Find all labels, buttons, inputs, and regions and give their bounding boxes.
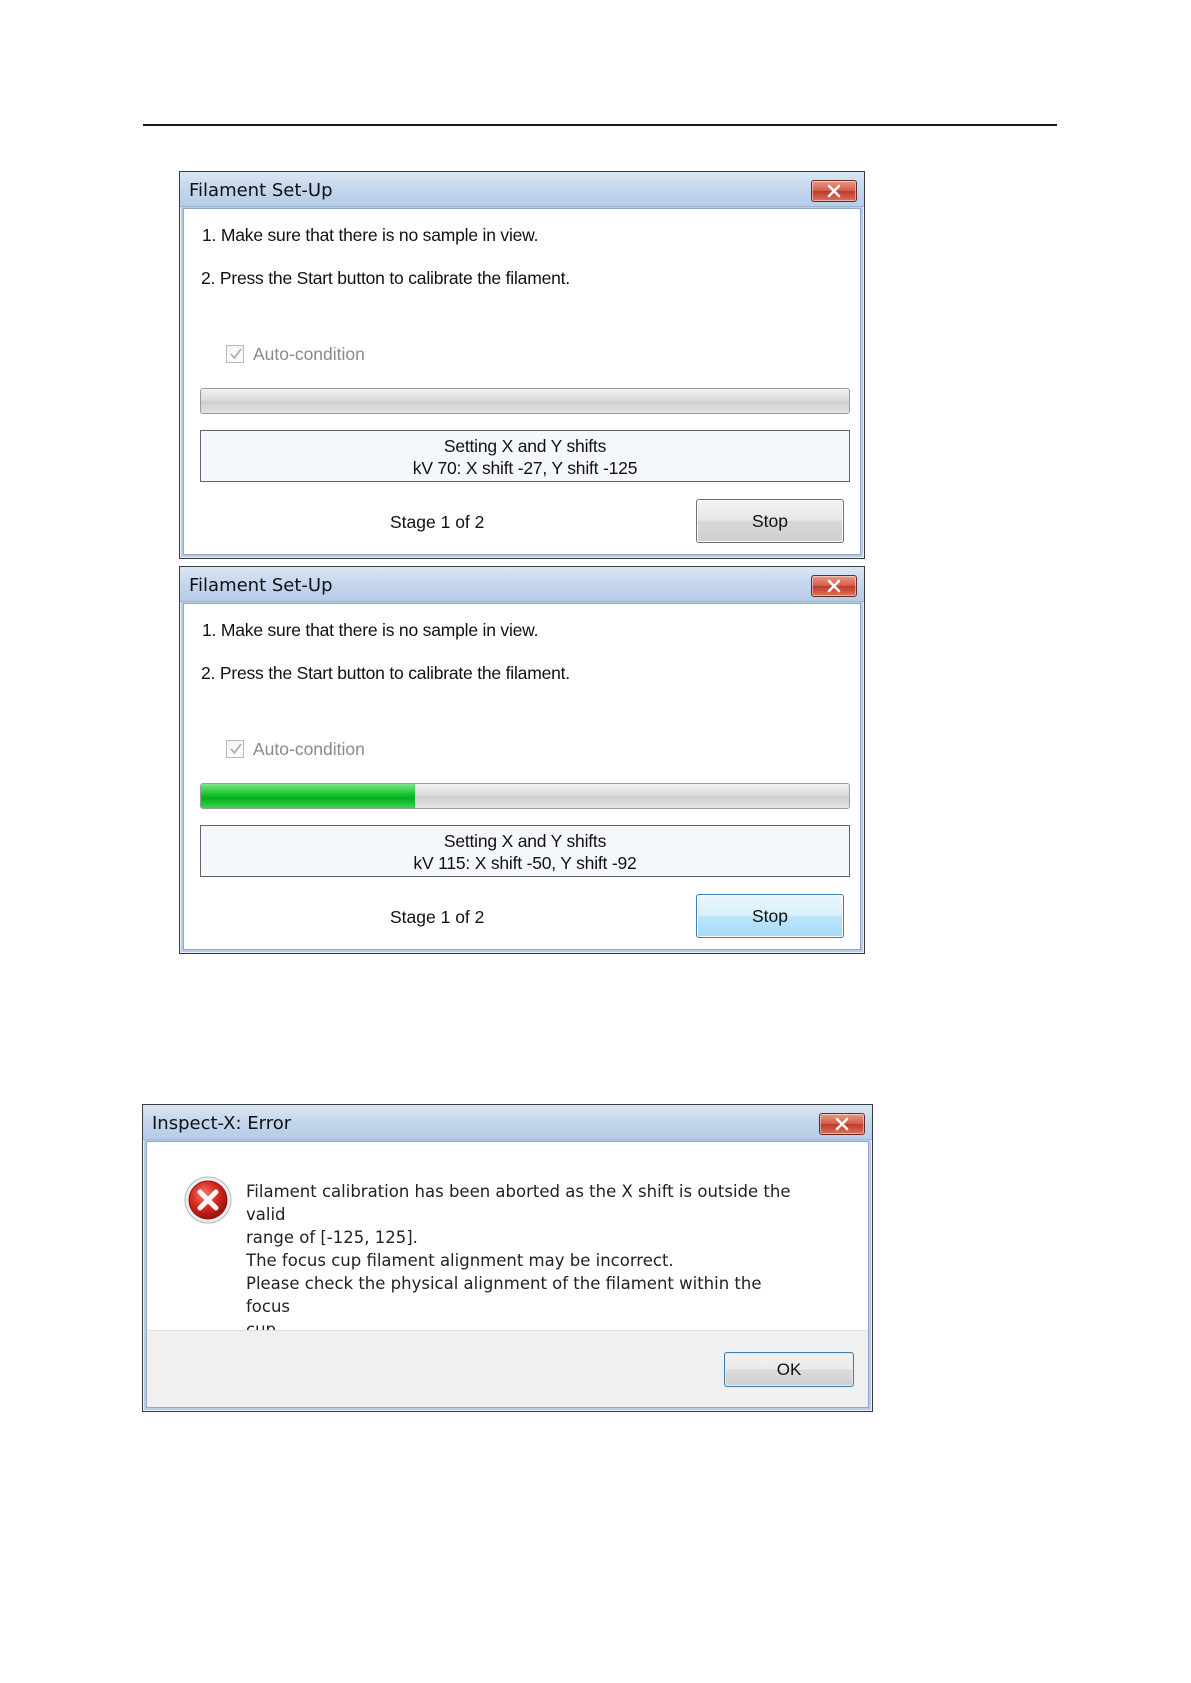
title-bar: Filament Set-Up [180,172,864,207]
error-message-line: Please check the physical alignment of t… [246,1274,762,1316]
error-message-line: The focus cup filament alignment may be … [246,1251,674,1270]
error-message-area: Filament calibration has been aborted as… [147,1142,868,1339]
button-footer: OK [147,1330,868,1407]
error-icon [184,1176,232,1224]
error-message: Filament calibration has been aborted as… [246,1180,806,1341]
close-icon [827,184,841,198]
progress-bar [200,783,850,809]
checkbox-box[interactable] [226,740,244,758]
dialog-title: Inspect-X: Error [152,1113,292,1134]
page-header-rule [143,124,1057,126]
progress-bar [200,388,850,414]
status-box: Setting X and Y shifts kV 70: X shift -2… [200,430,850,482]
status-box: Setting X and Y shifts kV 115: X shift -… [200,825,850,877]
checkmark-icon [230,743,242,755]
stop-button[interactable]: Stop [696,894,844,938]
ok-button[interactable]: OK [724,1352,854,1387]
checkbox-label: Auto-condition [253,739,365,759]
instruction-2: 2. Press the Start button to calibrate t… [201,663,570,683]
title-bar: Filament Set-Up [180,567,864,602]
close-button[interactable] [811,180,857,202]
status-line-1: Setting X and Y shifts [443,831,607,851]
dialog-client-area: Filament calibration has been aborted as… [146,1141,869,1408]
error-dialog: Inspect-X: Error Filament calibration ha… [142,1104,873,1412]
checkbox-label: Auto-condition [253,344,365,364]
checkmark-icon [230,348,242,360]
stage-text: Stage 1 of 2 [390,512,485,532]
title-bar: Inspect-X: Error [143,1105,872,1140]
instruction-2: 2. Press the Start button to calibrate t… [201,268,570,288]
error-message-line: Filament calibration has been aborted as… [246,1182,791,1224]
close-button[interactable] [811,575,857,597]
instruction-1: 1. Make sure that there is no sample in … [202,225,539,245]
close-icon [827,579,841,593]
error-message-line: range of [-125, 125]. [246,1228,418,1247]
dialog-title: Filament Set-Up [189,575,333,596]
status-line-2: kV 115: X shift -50, Y shift -92 [413,853,637,873]
checkbox-box[interactable] [226,345,244,363]
dialog-1-content: 1. Make sure that there is no sample in … [183,208,861,555]
stage-text: Stage 1 of 2 [390,907,485,927]
status-line-2: kV 70: X shift -27, Y shift -125 [412,458,638,478]
close-button[interactable] [819,1113,865,1135]
progress-fill [201,784,415,808]
close-icon [835,1117,849,1131]
stop-button[interactable]: Stop [696,499,844,543]
dialog-2-content: 1. Make sure that there is no sample in … [183,603,861,950]
instruction-1: 1. Make sure that there is no sample in … [202,620,539,640]
dialog-title: Filament Set-Up [189,180,333,201]
status-line-1: Setting X and Y shifts [443,436,607,456]
